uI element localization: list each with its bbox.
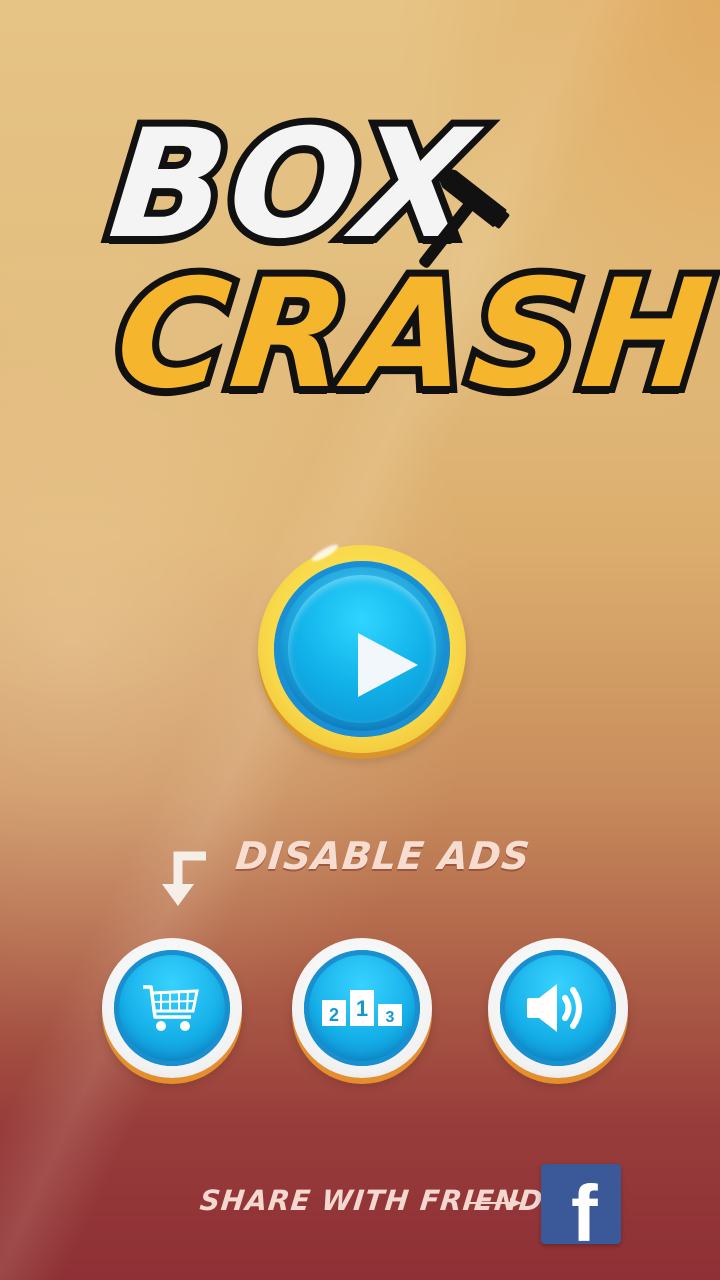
play-button[interactable] bbox=[258, 542, 466, 753]
disable-ads-label[interactable]: DISABLE ADS bbox=[234, 834, 533, 878]
arrow-right-icon bbox=[466, 1198, 522, 1208]
podium-rank-2: 2 bbox=[329, 1005, 339, 1025]
shop-button-core bbox=[114, 950, 230, 1066]
speaker-icon bbox=[527, 984, 582, 1032]
logo-line-crash: CRASH bbox=[102, 241, 720, 429]
play-icon bbox=[358, 633, 418, 697]
facebook-share-button[interactable]: f bbox=[541, 1164, 621, 1244]
facebook-icon: f bbox=[571, 1169, 598, 1245]
sparkle-highlight bbox=[310, 542, 340, 564]
shop-button[interactable] bbox=[102, 938, 242, 1078]
play-button-core bbox=[288, 575, 436, 723]
arrow-down-left-icon bbox=[162, 851, 206, 906]
podium-icon: 2 1 3 bbox=[322, 990, 402, 1026]
sound-button[interactable] bbox=[488, 938, 628, 1078]
podium-rank-1: 1 bbox=[356, 996, 368, 1021]
podium-rank-3: 3 bbox=[386, 1009, 395, 1026]
game-logo: BOX CRASH bbox=[0, 0, 720, 460]
sound-button-core bbox=[500, 950, 616, 1066]
leaderboard-button[interactable]: 2 1 3 bbox=[292, 938, 432, 1078]
play-button-ring bbox=[274, 561, 450, 737]
shopping-cart-icon bbox=[143, 985, 199, 1031]
leaderboard-button-core: 2 1 3 bbox=[304, 950, 420, 1066]
